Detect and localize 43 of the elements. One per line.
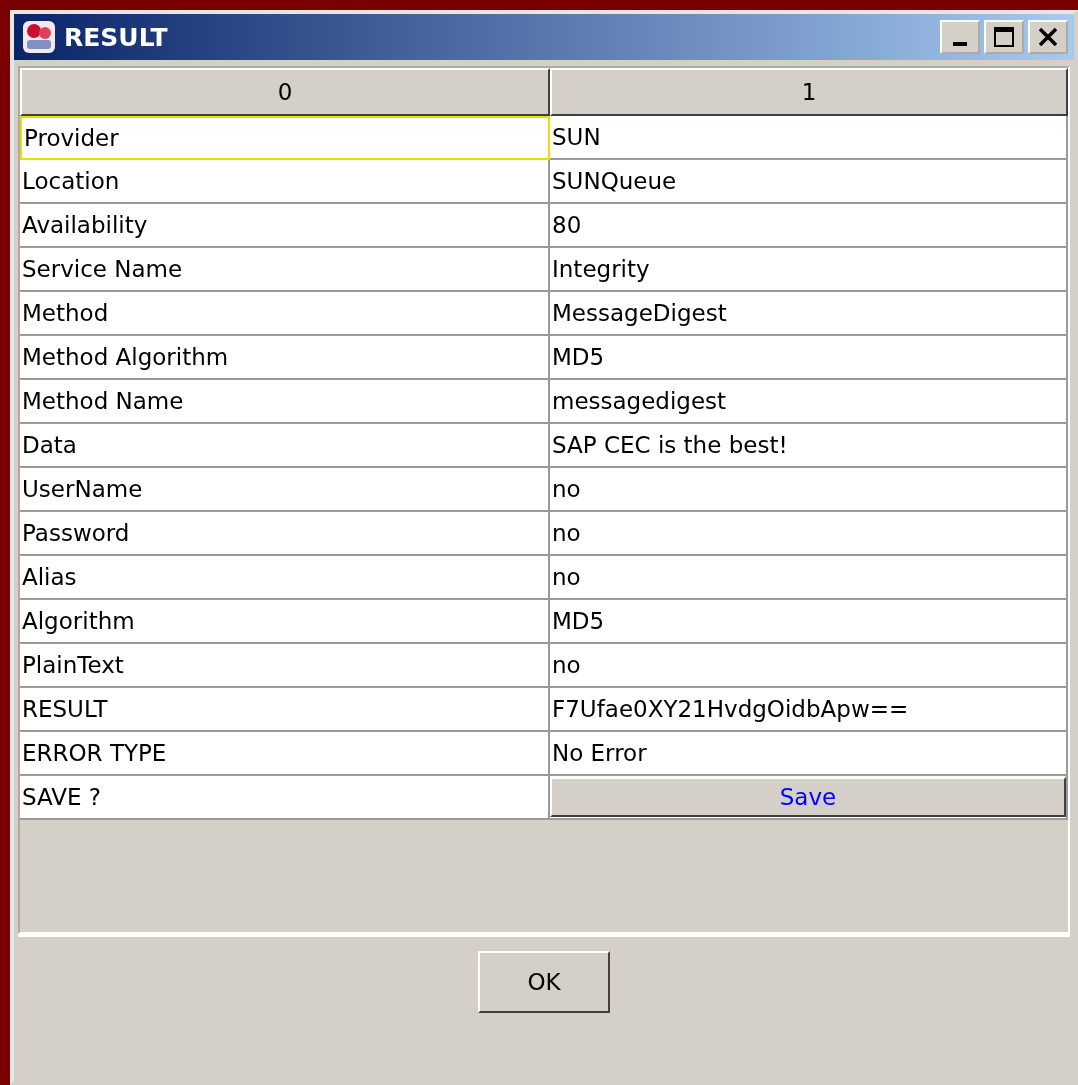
table-cell: SAP CEC is the best! (550, 424, 1068, 468)
column-header[interactable]: 0 (20, 68, 550, 116)
table-cell: No Error (550, 732, 1068, 776)
table-cell: UserName (20, 468, 550, 512)
table-cell: Availability (20, 204, 550, 248)
window-title: RESULT (64, 22, 168, 52)
minimize-icon (953, 42, 967, 46)
table-cell: ERROR TYPE (20, 732, 550, 776)
close-button[interactable] (1028, 20, 1068, 54)
table-cell: F7Ufae0XY21HvdgOidbApw== (550, 688, 1068, 732)
table-cell: Alias (20, 556, 550, 600)
table-cell: Password (20, 512, 550, 556)
maximize-button[interactable] (984, 20, 1024, 54)
table-cell: MD5 (550, 336, 1068, 380)
table-cell: PlainText (20, 644, 550, 688)
save-button[interactable]: Save (550, 777, 1066, 817)
column-header[interactable]: 1 (550, 68, 1068, 116)
minimize-button[interactable] (940, 20, 980, 54)
table-cell: SUNQueue (550, 160, 1068, 204)
table-cell: messagedigest (550, 380, 1068, 424)
table-cell: Integrity (550, 248, 1068, 292)
table-cell: Method Algorithm (20, 336, 550, 380)
table-cell: Method (20, 292, 550, 336)
table-cell: MD5 (550, 600, 1068, 644)
table-cell: no (550, 644, 1068, 688)
table-cell: RESULT (20, 688, 550, 732)
table-cell: MessageDigest (550, 292, 1068, 336)
app-icon (20, 18, 58, 56)
table-cell: no (550, 556, 1068, 600)
ok-button[interactable]: OK (478, 951, 610, 1013)
table-cell: Provider (20, 116, 550, 160)
maximize-icon (993, 26, 1015, 48)
table-cell: Method Name (20, 380, 550, 424)
table-cell: no (550, 512, 1068, 556)
close-icon (1037, 26, 1059, 48)
table-cell: SUN (550, 116, 1068, 160)
table-cell: Data (20, 424, 550, 468)
table-cell: Algorithm (20, 600, 550, 644)
table-cell: no (550, 468, 1068, 512)
table-cell: SAVE ? (20, 776, 550, 820)
table-cell: 80 (550, 204, 1068, 248)
table-cell: Location (20, 160, 550, 204)
table-cell: Service Name (20, 248, 550, 292)
